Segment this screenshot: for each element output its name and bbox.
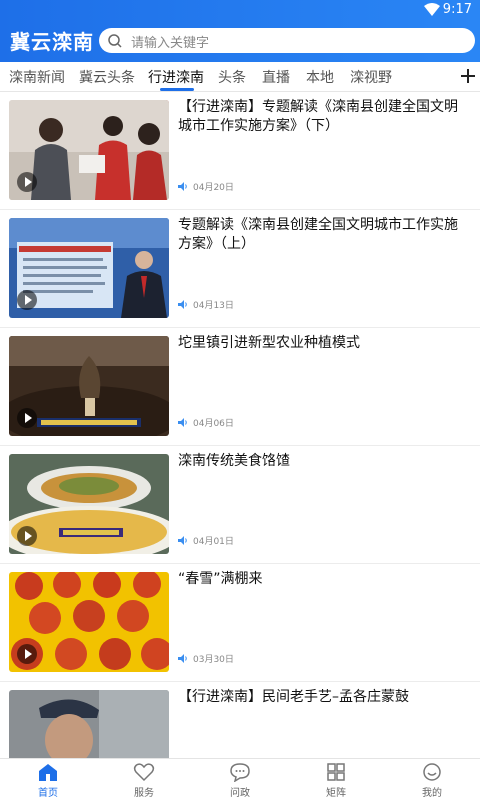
heart-icon bbox=[133, 763, 155, 782]
audio-icon bbox=[178, 418, 187, 427]
nav-service[interactable]: 服务 bbox=[96, 762, 192, 799]
news-title: 专题解读《滦南县创建全国文明城市工作实施方案》（上） bbox=[178, 217, 458, 252]
tab-local[interactable]: 本地 bbox=[306, 67, 334, 87]
search-placeholder: 请输入关键字 bbox=[131, 36, 210, 51]
bottom-navigation: 首页 服务 问政 矩阵 我的 bbox=[0, 758, 480, 800]
news-item[interactable]: 滦南传统美食饹馇 04月01日 bbox=[0, 446, 480, 564]
news-thumbnail bbox=[9, 454, 169, 554]
nav-mine[interactable]: 我的 bbox=[384, 762, 480, 799]
user-icon bbox=[423, 763, 441, 781]
news-thumbnail bbox=[9, 572, 169, 672]
news-date: 04月20日 bbox=[193, 183, 234, 193]
grid-icon bbox=[327, 763, 345, 781]
nav-matrix-label: 矩阵 bbox=[326, 788, 346, 799]
nav-inquiry-label: 问政 bbox=[230, 788, 250, 799]
status-bar: 9:17 bbox=[0, 0, 480, 20]
news-meta: 03月30日 bbox=[178, 652, 234, 665]
play-icon bbox=[17, 290, 37, 310]
nav-home-label: 首页 bbox=[38, 788, 58, 799]
search-input[interactable]: 请输入关键字 bbox=[99, 28, 475, 53]
channel-tabs: 滦南新闻 冀云头条 行进滦南 头条 直播 本地 滦视野 bbox=[0, 62, 480, 92]
news-thumbnail bbox=[9, 690, 169, 758]
news-date: 04月01日 bbox=[193, 537, 234, 547]
app-header: 9:17 冀云滦南 请输入关键字 bbox=[0, 0, 480, 62]
play-icon bbox=[17, 408, 37, 428]
news-date: 04月06日 bbox=[193, 419, 234, 429]
play-icon bbox=[17, 526, 37, 546]
tab-xingjin-luannan[interactable]: 行进滦南 bbox=[148, 67, 204, 87]
status-time: 9:17 bbox=[442, 2, 472, 17]
news-thumbnail bbox=[9, 336, 169, 436]
tab-headlines[interactable]: 头条 bbox=[218, 67, 246, 87]
news-meta: 04月06日 bbox=[178, 416, 234, 429]
nav-inquiry[interactable]: 问政 bbox=[192, 762, 288, 799]
old-man-image bbox=[9, 690, 169, 758]
tab-luannan-news[interactable]: 滦南新闻 bbox=[9, 67, 65, 87]
nav-home[interactable]: 首页 bbox=[0, 762, 96, 799]
home-icon bbox=[39, 764, 57, 781]
chat-icon bbox=[230, 763, 250, 782]
news-title: “春雪”满棚来 bbox=[178, 571, 263, 587]
wifi-icon bbox=[424, 3, 440, 16]
news-thumbnail bbox=[9, 100, 169, 200]
news-title: 坨里镇引进新型农业种植模式 bbox=[178, 335, 360, 351]
news-date: 03月30日 bbox=[193, 655, 234, 665]
app-brand: 冀云滦南 bbox=[10, 30, 94, 54]
audio-icon bbox=[178, 300, 187, 309]
audio-icon bbox=[178, 654, 187, 663]
news-item[interactable]: 【行进滦南】专题解读《滦南县创建全国文明城市工作实施方案》（下） 04月20日 bbox=[0, 92, 480, 210]
news-item[interactable]: “春雪”满棚来 03月30日 bbox=[0, 564, 480, 682]
play-icon bbox=[17, 172, 37, 192]
nav-service-label: 服务 bbox=[134, 788, 154, 799]
tab-jiyun-headlines[interactable]: 冀云头条 bbox=[79, 67, 135, 87]
add-channel-icon[interactable] bbox=[458, 63, 478, 89]
news-item[interactable]: 坨里镇引进新型农业种植模式 04月06日 bbox=[0, 328, 480, 446]
audio-icon bbox=[178, 536, 187, 545]
play-icon bbox=[17, 644, 37, 664]
active-tab-indicator bbox=[160, 88, 194, 91]
news-list: 【行进滦南】专题解读《滦南县创建全国文明城市工作实施方案》（下） 04月20日 bbox=[0, 92, 480, 758]
news-date: 04月13日 bbox=[193, 301, 234, 311]
search-icon bbox=[108, 34, 122, 48]
tab-luan-vision[interactable]: 滦视野 bbox=[350, 67, 392, 87]
nav-mine-label: 我的 bbox=[422, 788, 442, 799]
news-meta: 04月01日 bbox=[178, 534, 234, 547]
news-item[interactable]: 专题解读《滦南县创建全国文明城市工作实施方案》（上） 04月13日 bbox=[0, 210, 480, 328]
news-meta: 04月20日 bbox=[178, 180, 234, 193]
news-thumbnail bbox=[9, 218, 169, 318]
news-meta: 04月13日 bbox=[178, 298, 234, 311]
news-title: 【行进滦南】民间老手艺–孟各庄蒙鼓 bbox=[178, 689, 409, 705]
news-title: 【行进滦南】专题解读《滦南县创建全国文明城市工作实施方案》（下） bbox=[178, 99, 458, 134]
tab-live[interactable]: 直播 bbox=[262, 67, 290, 87]
nav-matrix[interactable]: 矩阵 bbox=[288, 762, 384, 799]
news-title: 滦南传统美食饹馇 bbox=[178, 453, 290, 469]
audio-icon bbox=[178, 182, 187, 191]
news-item[interactable]: 【行进滦南】民间老手艺–孟各庄蒙鼓 bbox=[0, 682, 480, 758]
